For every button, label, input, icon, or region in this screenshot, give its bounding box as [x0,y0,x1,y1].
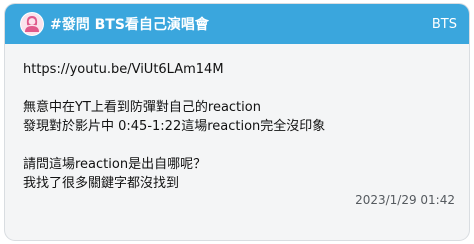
post-timestamp: 2023/1/29 01:42 [355,193,455,207]
post-text-line: 請問這場reaction是出自哪呢？ [23,157,207,172]
board-name[interactable]: BTS [432,17,457,32]
post-text-line: 無意中在YT上看到防彈對自己的reaction [23,100,261,115]
post-text-line: 發現對於影片中 0:45-1:22這場reaction完全沒印象 [23,119,326,134]
post-card[interactable]: #發問 BTS看自己演唱會 BTS https://youtu.be/ViUt6… [5,4,469,240]
post-header: #發問 BTS看自己演唱會 BTS [5,4,469,44]
female-user-icon [21,13,43,35]
post-text-line: 我找了很多關鍵字都沒找到 [23,176,180,191]
post-title[interactable]: #發問 BTS看自己演唱會 [50,14,432,34]
avatar[interactable] [20,12,44,36]
post-body: https://youtu.be/ViUt6LAm14M 無意中在YT上看到防彈… [5,44,469,193]
post-link[interactable]: https://youtu.be/ViUt6LAm14M [23,60,451,79]
